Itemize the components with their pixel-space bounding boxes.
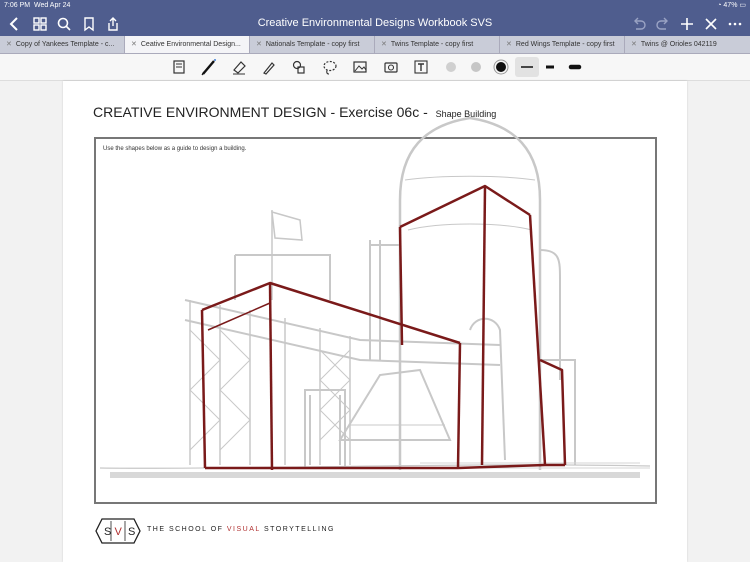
tagline-prefix: THE SCHOOL OF bbox=[147, 526, 227, 533]
logo-letter-s1: S bbox=[104, 526, 111, 538]
svs-logo: S V S bbox=[95, 518, 141, 544]
tagline-suffix: STORYTELLING bbox=[260, 526, 335, 533]
guide-shapes bbox=[99, 116, 651, 478]
logo-letter-s2: S bbox=[128, 526, 135, 538]
building-sketch bbox=[99, 116, 651, 478]
school-tagline: THE SCHOOL OF VISUAL STORYTELLING bbox=[147, 526, 335, 533]
logo-letter-v: V bbox=[115, 526, 123, 538]
tagline-accent: VISUAL bbox=[226, 526, 261, 533]
red-building-outline bbox=[200, 184, 567, 471]
